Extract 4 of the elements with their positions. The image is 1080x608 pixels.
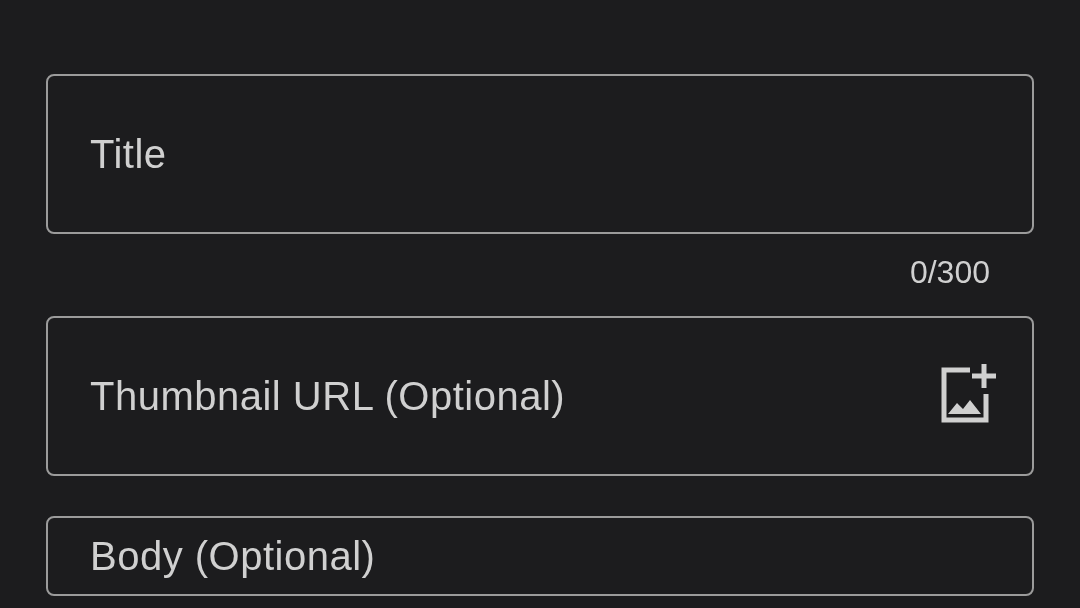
title-field[interactable]: Title [46,74,1034,234]
body-field[interactable]: Body (Optional) [46,516,1034,596]
character-counter: 0/300 [909,254,990,290]
thumbnail-url-field[interactable]: Thumbnail URL (Optional) [46,316,1034,476]
